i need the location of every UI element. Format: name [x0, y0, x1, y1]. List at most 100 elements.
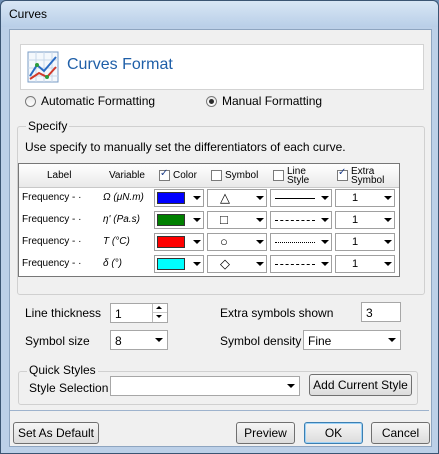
extra-symbols-value: 3	[366, 306, 373, 320]
row-label: Frequency - ·	[22, 236, 82, 247]
manual-formatting-radio[interactable]: Manual Formatting	[206, 94, 322, 108]
chevron-down-icon	[321, 218, 329, 222]
symbol-density-select[interactable]: Fine	[303, 330, 401, 350]
line-style-combo[interactable]	[270, 189, 332, 207]
spin-buttons[interactable]	[152, 304, 167, 322]
line-style-combo[interactable]	[270, 233, 332, 251]
chevron-down-icon	[321, 240, 329, 244]
curve-row: Frequency - · Ω (μN.m) △ 1	[19, 187, 399, 208]
chevron-down-icon	[193, 196, 201, 200]
extra-symbol-value: 1	[352, 236, 359, 248]
automatic-formatting-label: Automatic Formatting	[41, 94, 156, 108]
title-bar[interactable]: Curves	[1, 1, 438, 27]
column-color[interactable]: Color	[159, 164, 211, 187]
symbol-density-label: Symbol density	[220, 334, 302, 348]
set-as-default-button[interactable]: Set As Default	[13, 422, 99, 444]
line-thickness-label: Line thickness	[25, 306, 102, 320]
curve-row: Frequency - · T (°C) ○ 1	[19, 231, 399, 252]
row-label: Frequency - ·	[22, 192, 82, 203]
symbol-combo[interactable]: □	[207, 211, 267, 229]
chevron-down-icon	[256, 218, 264, 222]
specify-legend: Specify	[26, 119, 70, 133]
extra-symbols-field[interactable]: 3	[361, 302, 401, 322]
chevron-down-icon	[193, 218, 201, 222]
line-thickness-stepper[interactable]: 1	[110, 303, 168, 323]
symbol-size-value: 8	[115, 334, 122, 348]
color-column-checkbox[interactable]	[159, 168, 170, 181]
extra-symbol-value: 1	[352, 214, 359, 226]
chevron-down-icon	[256, 262, 264, 266]
grid-header: Label Variable Color Symbol Line Style E…	[19, 164, 399, 188]
color-swatch	[157, 214, 185, 226]
line-thickness-value: 1	[115, 307, 122, 321]
extra-symbols-label: Extra symbols shown	[220, 306, 334, 320]
line-style-combo[interactable]	[270, 255, 332, 273]
window-title: Curves	[9, 7, 48, 21]
dotted-line-icon	[275, 242, 315, 243]
color-combo[interactable]	[154, 189, 204, 207]
automatic-formatting-radio[interactable]: Automatic Formatting	[25, 94, 155, 108]
quick-styles-legend: Quick Styles	[27, 363, 98, 377]
extra-symbol-combo[interactable]: 1	[335, 189, 395, 207]
extra-symbol-combo[interactable]: 1	[335, 233, 395, 251]
symbol-combo[interactable]: ○	[207, 233, 267, 251]
line-style-combo[interactable]	[270, 211, 332, 229]
column-line-style[interactable]: Line Style	[273, 164, 335, 187]
row-label: Frequency - ·	[22, 258, 82, 269]
symbol-size-select[interactable]: 8	[110, 330, 168, 350]
symbol-column-checkbox[interactable]	[211, 170, 222, 181]
chevron-down-icon	[384, 196, 392, 200]
color-swatch	[157, 192, 185, 204]
line-style-column-checkbox[interactable]	[273, 170, 284, 181]
color-combo[interactable]	[154, 211, 204, 229]
curves-grid: Label Variable Color Symbol Line Style E…	[18, 163, 400, 277]
radio-indicator	[206, 95, 217, 107]
dashed-line-icon	[275, 220, 315, 221]
radio-indicator	[25, 95, 36, 107]
curve-row: Frequency - · η' (Pa.s) □ 1	[19, 209, 399, 230]
row-variable: T (°C)	[103, 236, 130, 247]
symbol-combo[interactable]: ◇	[207, 255, 267, 273]
column-extra-symbol[interactable]: Extra Symbol	[337, 164, 399, 187]
color-combo[interactable]	[154, 233, 204, 251]
extra-symbol-combo[interactable]: 1	[335, 211, 395, 229]
circle-symbol-icon: ○	[220, 234, 228, 249]
chevron-down-icon	[193, 262, 201, 266]
triangle-symbol-icon: △	[220, 190, 230, 205]
symbol-column-label: Symbol	[225, 170, 259, 181]
column-label: Label	[47, 170, 72, 181]
chevron-down-icon	[321, 262, 329, 266]
chevron-up-icon[interactable]	[153, 304, 167, 313]
color-swatch	[157, 258, 185, 270]
color-swatch	[157, 236, 185, 248]
symbol-combo[interactable]: △	[207, 189, 267, 207]
add-current-style-button[interactable]: Add Current Style	[309, 374, 412, 396]
curve-row: Frequency - · δ (°) ◇ 1	[19, 253, 399, 274]
footer-divider	[10, 410, 429, 411]
color-combo[interactable]	[154, 255, 204, 273]
solid-line-icon	[275, 198, 315, 199]
cancel-button[interactable]: Cancel	[371, 422, 430, 444]
diamond-symbol-icon: ◇	[220, 256, 230, 271]
extra-symbol-combo[interactable]: 1	[335, 255, 395, 273]
symbol-density-value: Fine	[308, 334, 332, 348]
row-variable: η' (Pa.s)	[103, 214, 140, 225]
chevron-down-icon	[321, 196, 329, 200]
row-variable: Ω (μN.m)	[103, 192, 144, 203]
chevron-down-icon	[388, 338, 396, 342]
preview-button[interactable]: Preview	[236, 422, 295, 444]
chevron-down-icon	[287, 384, 295, 388]
extra-symbol-column-checkbox[interactable]	[337, 168, 348, 181]
style-selection-select[interactable]	[110, 376, 300, 396]
symbol-size-label: Symbol size	[25, 334, 90, 348]
ok-button[interactable]: OK	[304, 422, 363, 444]
chevron-down-icon[interactable]	[153, 313, 167, 321]
manual-formatting-label: Manual Formatting	[222, 94, 323, 108]
chevron-down-icon	[155, 338, 163, 342]
extra-symbol-column-label: Extra Symbol	[351, 165, 385, 186]
chevron-down-icon	[256, 240, 264, 244]
column-symbol[interactable]: Symbol	[211, 164, 273, 187]
line-style-column-label: Line Style	[287, 165, 310, 186]
header-panel: Curves Format	[20, 44, 424, 90]
row-label: Frequency - ·	[22, 214, 82, 225]
